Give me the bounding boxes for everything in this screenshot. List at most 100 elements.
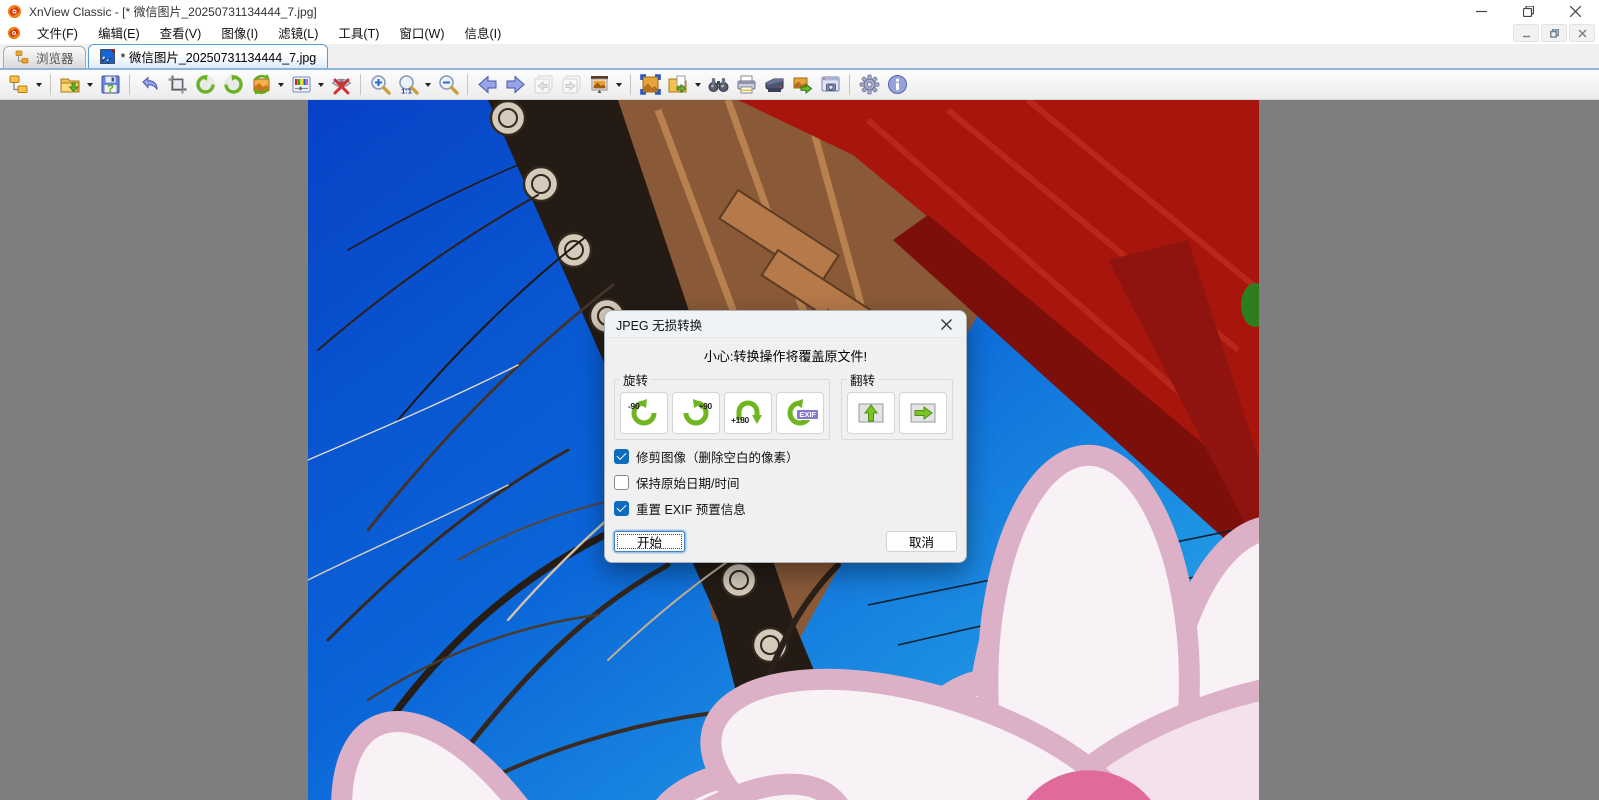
dialog-body: 小心:转换操作将覆盖原文件! 旋转 -90 +90 +180 EXIF 翻转 修… (605, 338, 966, 562)
tab-browser[interactable]: 浏览器 (3, 46, 86, 68)
fullscreen-icon (639, 74, 661, 95)
cancel-button[interactable]: 取消 (886, 531, 957, 552)
zoom-1-1-icon: 1:1 (398, 75, 419, 95)
restore-button[interactable] (1505, 0, 1552, 22)
menu-edit[interactable]: 编辑(E) (88, 21, 150, 45)
undo-button[interactable] (135, 72, 163, 98)
trim-image-checkbox[interactable] (614, 449, 629, 464)
rotate-right-button[interactable] (219, 72, 247, 98)
mdi-minimize-button[interactable] (1513, 24, 1539, 42)
zoom-in-button[interactable] (366, 72, 394, 98)
delete-eye-icon (331, 78, 351, 95)
menu-info[interactable]: 信息(I) (455, 21, 512, 45)
menu-view[interactable]: 查看(V) (150, 21, 212, 45)
rotate-180-label: +180 (731, 415, 749, 425)
rotate-left-icon (195, 74, 215, 94)
info-button[interactable] (883, 72, 911, 98)
keep-date-label: 保持原始日期/时间 (636, 477, 740, 491)
flip-horizontal-button[interactable] (899, 392, 947, 434)
start-button[interactable]: 开始 (614, 531, 685, 552)
settings-button[interactable] (855, 72, 883, 98)
toolbar-separator (50, 74, 51, 95)
rotate-plus90-button[interactable]: +90 (672, 392, 720, 434)
menu-file[interactable]: 文件(F) (27, 21, 88, 45)
crop-button[interactable] (163, 72, 191, 98)
minimize-button[interactable] (1458, 0, 1505, 22)
restore-icon (1523, 5, 1534, 17)
mdi-close-icon (1578, 29, 1586, 37)
chevron-down-icon (36, 82, 42, 87)
keep-date-option[interactable]: 保持原始日期/时间 (614, 473, 957, 492)
exif-badge-label: EXIF (796, 409, 819, 420)
export-dropdown[interactable] (692, 72, 704, 98)
binoculars-icon (708, 78, 728, 92)
search-button[interactable] (704, 72, 732, 98)
tab-bar: 浏览器 * 微信图片_20250731134444_7.jpg (0, 44, 1599, 70)
convert-button[interactable] (247, 72, 275, 98)
batch-convert-icon (793, 77, 812, 95)
batch-convert-button[interactable] (788, 72, 816, 98)
menu-filter[interactable]: 滤镜(L) (268, 21, 328, 45)
dialog-title-bar[interactable]: JPEG 无损转换 (605, 311, 966, 338)
tab-browser-label: 浏览器 (36, 52, 74, 66)
minimize-icon (1476, 10, 1487, 12)
delete-button[interactable] (327, 72, 355, 98)
scan-button[interactable] (760, 72, 788, 98)
save-button[interactable]: ? (96, 72, 124, 98)
mdi-minimize-icon (1522, 35, 1530, 37)
previous-image-button[interactable] (529, 72, 557, 98)
trim-image-option[interactable]: 修剪图像（删除空白的像素） (614, 447, 957, 466)
keep-date-checkbox[interactable] (614, 475, 629, 490)
adjust-colors-button[interactable] (287, 72, 315, 98)
reset-exif-checkbox[interactable] (614, 501, 629, 516)
export-button[interactable] (664, 72, 692, 98)
reset-exif-label: 重置 EXIF 预置信息 (636, 503, 746, 517)
rotate-minus90-button[interactable]: -90 (620, 392, 668, 434)
rotate-exif-button[interactable]: EXIF (776, 392, 824, 434)
open-dropdown[interactable] (84, 72, 96, 98)
menu-tools[interactable]: 工具(T) (328, 21, 389, 45)
slideshow-dropdown[interactable] (613, 72, 625, 98)
flip-group: 翻转 (841, 370, 953, 440)
chevron-down-icon (695, 82, 701, 87)
browser-button[interactable] (5, 72, 33, 98)
mdi-close-button[interactable] (1569, 24, 1595, 42)
back-button[interactable] (473, 72, 501, 98)
dialog-close-button[interactable] (937, 315, 955, 333)
zoom-actual-button[interactable]: 1:1 (394, 72, 422, 98)
zoom-out-button[interactable] (434, 72, 462, 98)
adjust-dropdown[interactable] (315, 72, 327, 98)
forward-button[interactable] (501, 72, 529, 98)
zoom-out-icon (438, 75, 459, 95)
window-title: XnView Classic - [* 微信图片_20250731134444_… (29, 4, 317, 19)
trim-image-label: 修剪图像（删除空白的像素） (636, 451, 799, 465)
convert-dropdown[interactable] (275, 72, 287, 98)
rotate-left-button[interactable] (191, 72, 219, 98)
menu-bar: 文件(F) 编辑(E) 查看(V) 图像(I) 滤镜(L) 工具(T) 窗口(W… (0, 22, 1599, 44)
close-button[interactable] (1552, 0, 1599, 22)
next-image-button[interactable] (557, 72, 585, 98)
rotate-plus90-label: +90 (698, 401, 712, 411)
toolbar-separator (129, 74, 130, 95)
zoom-dropdown[interactable] (422, 72, 434, 98)
print-button[interactable] (732, 72, 760, 98)
reset-exif-option[interactable]: 重置 EXIF 预置信息 (614, 499, 957, 518)
tab-image[interactable]: * 微信图片_20250731134444_7.jpg (87, 44, 329, 68)
chevron-down-icon (616, 82, 622, 87)
gear-icon (859, 74, 879, 95)
slideshow-button[interactable] (585, 72, 613, 98)
menu-image[interactable]: 图像(I) (211, 21, 268, 45)
mdi-restore-button[interactable] (1541, 24, 1567, 42)
tab-image-label: * 微信图片_20250731134444_7.jpg (120, 51, 317, 65)
capture-button[interactable] (816, 72, 844, 98)
title-bar: XnView Classic - [* 微信图片_20250731134444_… (0, 0, 1599, 22)
chevron-down-icon (278, 82, 284, 87)
browser-dropdown[interactable] (33, 72, 45, 98)
fullscreen-button[interactable] (636, 72, 664, 98)
export-folder-icon (668, 75, 686, 94)
flip-vertical-icon (858, 403, 884, 423)
flip-vertical-button[interactable] (847, 392, 895, 434)
menu-window[interactable]: 窗口(W) (389, 21, 454, 45)
open-button[interactable] (56, 72, 84, 98)
rotate-180-button[interactable]: +180 (724, 392, 772, 434)
